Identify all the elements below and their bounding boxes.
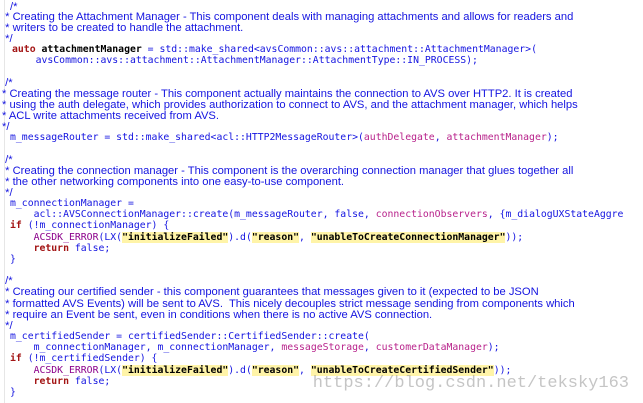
code-line: avsCommon::avs::attachment::AttachmentMa… <box>12 55 478 66</box>
string-literal: "initializeFailed" <box>122 365 229 376</box>
code-text: m_messageRouter = std::make_shared<acl::… <box>10 132 364 143</box>
code-text: , {m_dialogUXStateAggre <box>487 209 624 220</box>
keyword-auto: auto <box>12 44 36 55</box>
code-text: ); <box>546 132 559 143</box>
code-text: , <box>299 365 311 376</box>
code-text: ).d( <box>228 365 252 376</box>
string-literal: "initializeFailed" <box>122 232 229 243</box>
comment-line: */ <box>2 121 10 133</box>
code-text: ); <box>487 342 500 353</box>
string-literal: "unableToCreateConnectionManager" <box>310 232 506 243</box>
code-text: false; <box>68 243 111 254</box>
code-text: , <box>434 132 447 143</box>
code-text: )); <box>505 232 524 243</box>
keyword-if: if <box>10 220 22 231</box>
code-text: false; <box>68 376 111 387</box>
code-text: acl::AVSConnectionManager::create(m_mess… <box>10 209 376 220</box>
code-text: (!m_certifiedSender) { <box>21 353 158 364</box>
code-line: if (!m_certifiedSender) { <box>10 353 157 365</box>
comment-line: * Creating our certified sender - this c… <box>2 286 539 298</box>
keyword-return: return <box>10 243 69 254</box>
code-text: , <box>363 342 376 353</box>
code-text: (LX( <box>98 232 123 243</box>
code-editor[interactable]: /* * Creating the Attachment Manager - T… <box>0 0 643 403</box>
param-attachment-manager: attachmentManager <box>446 132 547 143</box>
keyword-return: return <box>10 376 69 387</box>
macro-acsdk-error: ACSDK_ERROR <box>10 365 99 376</box>
code-line: return false; <box>10 243 111 255</box>
code-text: (!m_connectionManager) { <box>21 220 170 231</box>
param-auth-delegate: authDelegate <box>363 132 435 143</box>
code-line: } <box>10 387 16 398</box>
code-text: (LX( <box>98 365 123 376</box>
watermark-text: https://blog.csdn.net/teksky163 <box>312 374 629 393</box>
param-message-storage: messageStorage <box>281 342 364 353</box>
code-text: = std::make_shared<avsCommon::avs::attac… <box>141 44 537 55</box>
code-text: m_connectionManager, m_connectionManager… <box>10 342 282 353</box>
code-text: , <box>299 232 311 243</box>
code-line: return false; <box>10 376 111 388</box>
param-connection-observers: connectionObservers <box>375 209 488 220</box>
code-line: } <box>10 254 16 265</box>
comment-line: * writers to be created to handle the at… <box>2 22 244 34</box>
comment-line: * ACL write attachments received from AV… <box>2 110 220 122</box>
comment-line: * the other networking components into o… <box>2 176 345 188</box>
string-literal: "reason" <box>251 232 300 243</box>
comment-line: * require an Event be sent, even in cond… <box>2 309 433 321</box>
param-customer-data-manager: customerDataManager <box>375 342 488 353</box>
keyword-if: if <box>10 353 22 364</box>
string-literal: "reason" <box>251 365 300 376</box>
macro-acsdk-error: ACSDK_ERROR <box>10 232 99 243</box>
code-line: m_messageRouter = std::make_shared<acl::… <box>10 132 559 144</box>
code-line: if (!m_connectionManager) { <box>10 220 169 232</box>
editor-gutter <box>0 0 5 403</box>
code-text: ).d( <box>228 232 252 243</box>
comment-line: */ <box>2 33 13 45</box>
identifier-attachment-manager: attachmentManager <box>41 44 142 55</box>
